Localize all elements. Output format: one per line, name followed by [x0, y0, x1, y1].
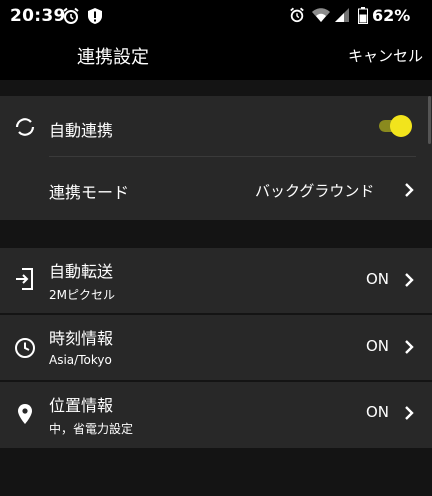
- auto-sync-toggle[interactable]: [390, 115, 412, 137]
- status-bar: 20:39 62%: [0, 0, 432, 30]
- sync-icon: [14, 116, 36, 142]
- scrollbar[interactable]: [428, 96, 431, 144]
- setting-sublabel: 中，省電力設定: [49, 422, 134, 436]
- battery-percent: 62%: [372, 6, 411, 25]
- alert-shield-icon: [86, 7, 104, 29]
- setting-label: 自動転送: [49, 262, 114, 281]
- transfer-icon: [15, 268, 35, 294]
- setting-value: ON: [366, 337, 390, 355]
- chevron-right-icon: [404, 339, 414, 359]
- sync-mode-label: 連携モード: [49, 183, 130, 202]
- clock-icon: [14, 337, 36, 363]
- setting-label: 位置情報: [49, 396, 114, 415]
- status-time: 20:39: [10, 6, 66, 26]
- battery-icon: [358, 7, 368, 28]
- setting-value: ON: [366, 403, 390, 421]
- location-pin-icon: [17, 403, 33, 429]
- chevron-right-icon: [404, 405, 414, 425]
- page-title: 連携設定: [77, 47, 149, 68]
- section-gap: [0, 80, 432, 96]
- section-gap: [0, 220, 432, 248]
- alarm-icon: [62, 7, 80, 29]
- setting-label: 時刻情報: [49, 329, 114, 348]
- signal-icon: [334, 7, 350, 27]
- bottom-gap: [0, 448, 432, 496]
- title-bar: 連携設定 キャンセル: [0, 30, 432, 80]
- setting-value: ON: [366, 270, 390, 288]
- wifi-icon: [311, 7, 331, 27]
- cancel-button[interactable]: キャンセル: [348, 45, 423, 66]
- chevron-right-icon: [404, 182, 414, 202]
- sync-mode-value: バックグラウンド: [255, 182, 375, 200]
- alarm-icon: [289, 7, 305, 27]
- setting-sublabel: 2Mピクセル: [49, 288, 115, 302]
- setting-sublabel: Asia/Tokyo: [49, 353, 112, 367]
- auto-sync-label: 自動連携: [49, 121, 114, 140]
- chevron-right-icon: [404, 272, 414, 292]
